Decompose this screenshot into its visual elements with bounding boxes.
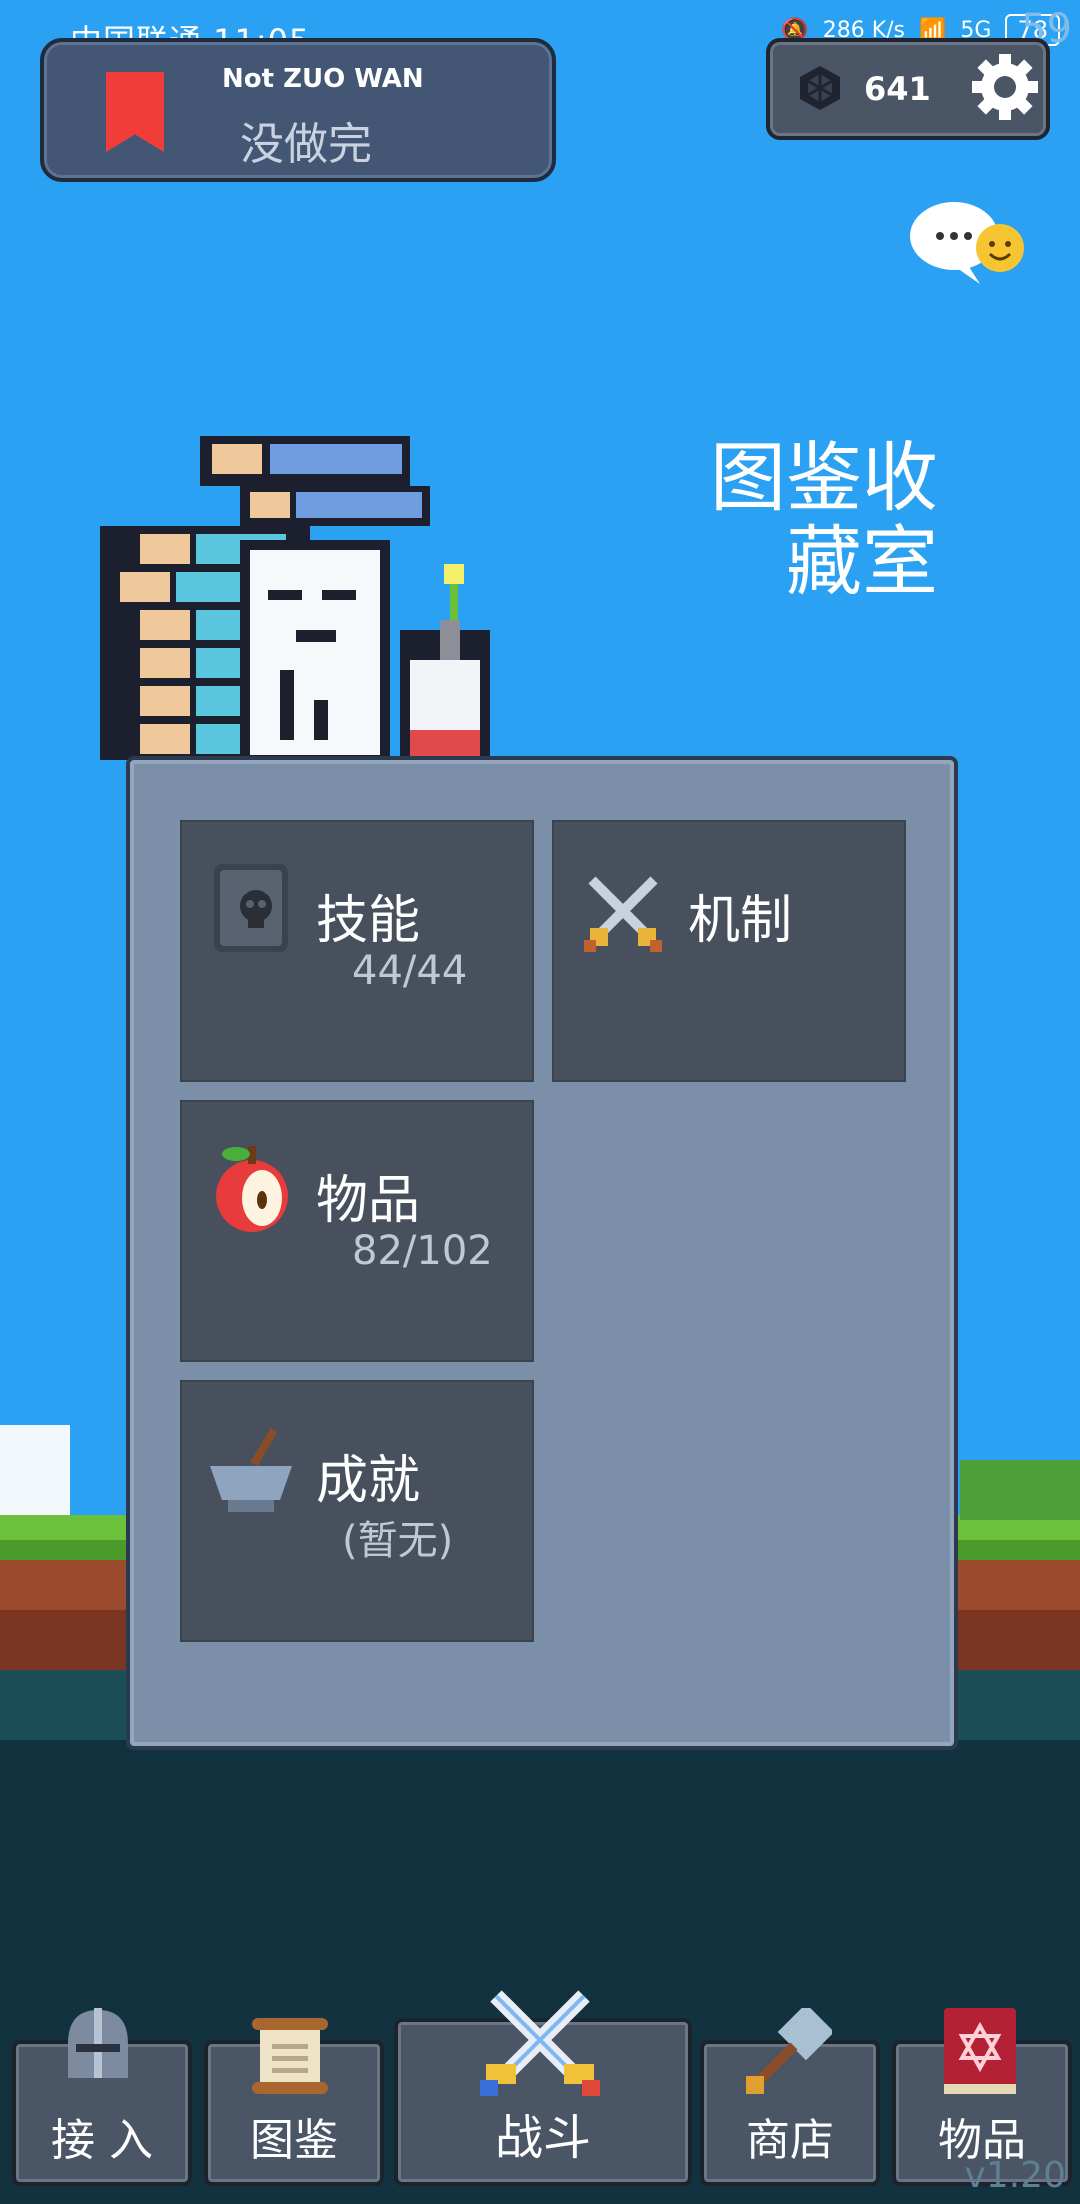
scroll-icon <box>252 2018 328 2094</box>
gem-hex-icon <box>800 66 840 110</box>
card-skills-count: 44/44 <box>352 948 468 994</box>
bush <box>960 1460 1080 1520</box>
helmet-icon <box>68 2008 128 2078</box>
character-sprite <box>100 436 490 760</box>
card-skills-label: 技能 <box>316 891 421 951</box>
gear-icon[interactable] <box>968 50 1042 124</box>
mortar-icon <box>210 1427 292 1512</box>
card-items[interactable]: 物品 82/102 <box>180 1100 534 1362</box>
nav-codex-label: 图鉴 <box>250 2115 338 2166</box>
version-label: v1.20 <box>964 2155 1066 2196</box>
page-title: 图鉴收藏室 <box>710 433 938 606</box>
crossed-swords-icon <box>584 876 662 952</box>
hammer-icon <box>746 2008 832 2094</box>
card-achievements-count: (暂无) <box>342 1518 454 1564</box>
save-slot-panel[interactable]: Not ZUO WAN 没做完 <box>40 38 556 182</box>
bookmark-icon <box>106 72 164 152</box>
card-mechanics[interactable]: 机制 <box>552 820 906 1082</box>
nav-connect-label: 接 入 <box>51 2115 153 2166</box>
card-achievements[interactable]: 成就 (暂无) <box>180 1380 534 1642</box>
card-achievements-label: 成就 <box>316 1451 421 1511</box>
chat-bubble-icon[interactable] <box>906 198 1026 288</box>
currency-value: 641 <box>864 70 931 108</box>
slot-title-en: Not ZUO WAN <box>222 64 424 94</box>
currency-panel: 641 <box>766 38 1050 140</box>
card-mechanics-label: 机制 <box>688 891 793 951</box>
card-items-count: 82/102 <box>352 1228 493 1274</box>
card-skills[interactable]: 技能 44/44 <box>180 820 534 1082</box>
collection-panel: 技能 44/44 机制 物品 82/102 成就 (暂无) <box>126 756 958 1750</box>
skull-book-icon <box>214 864 288 952</box>
nav-battle-label: 战斗 <box>494 2110 591 2166</box>
swords-icon <box>480 1990 600 2096</box>
cloud <box>0 1425 70 1515</box>
spellbook-icon <box>944 2008 1016 2094</box>
card-items-label: 物品 <box>316 1171 421 1231</box>
slot-title-cn: 没做完 <box>240 119 372 170</box>
nav-shop-label: 商店 <box>746 2115 834 2166</box>
apple-icon <box>216 1146 288 1232</box>
